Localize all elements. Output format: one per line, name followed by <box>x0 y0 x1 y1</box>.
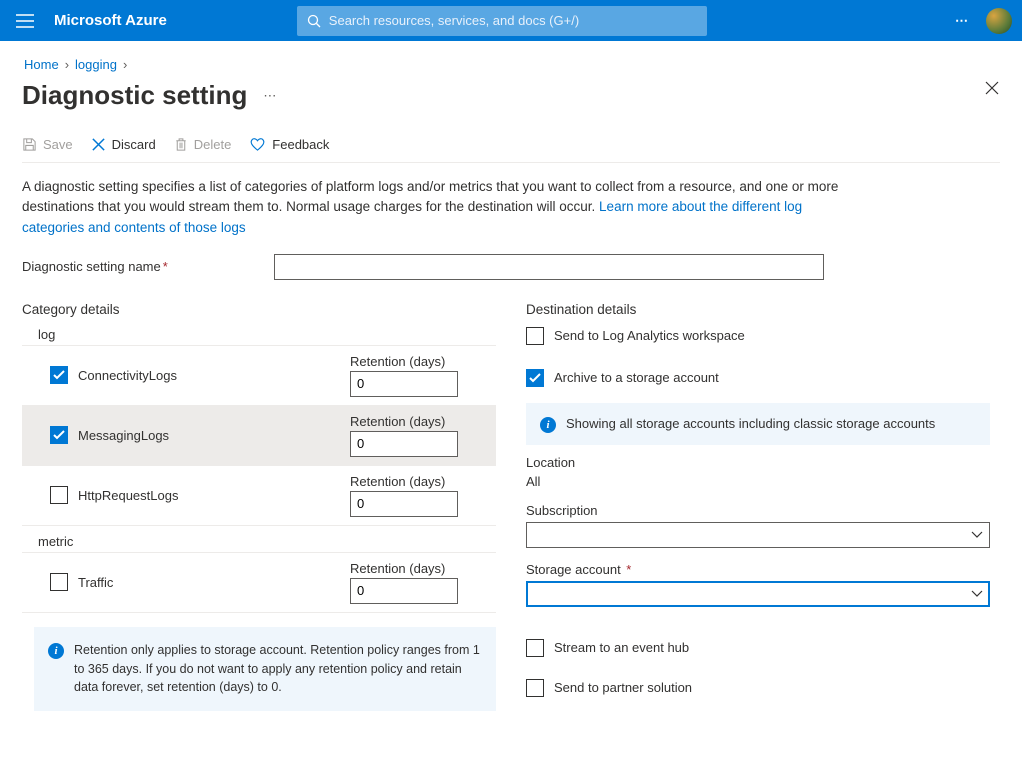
chevron-right-icon: › <box>123 57 127 72</box>
retention-input[interactable] <box>350 371 458 397</box>
metric-header: metric <box>38 534 492 549</box>
destination-details-section: Destination details Send to Log Analytic… <box>526 302 1000 711</box>
location-value: All <box>526 474 1000 489</box>
more-icon[interactable]: ⋯ <box>955 13 970 29</box>
log-label: MessagingLogs <box>78 428 169 443</box>
log-header: log <box>38 327 492 342</box>
hamburger-menu-icon[interactable] <box>10 8 40 34</box>
breadcrumb-item[interactable]: logging <box>75 57 117 72</box>
delete-button[interactable]: Delete <box>174 137 232 152</box>
search-icon <box>307 14 321 28</box>
delete-icon <box>174 137 188 152</box>
retention-info: i Retention only applies to storage acco… <box>34 627 496 711</box>
chevron-down-icon <box>971 531 983 539</box>
info-icon: i <box>540 417 556 433</box>
setting-name-label: Diagnostic setting name* <box>22 259 274 274</box>
log-analytics-label: Send to Log Analytics workspace <box>554 328 745 343</box>
log-label: HttpRequestLogs <box>78 488 178 503</box>
category-details-section: Category details log ConnectivityLogs Re… <box>22 302 496 711</box>
traffic-checkbox[interactable] <box>50 573 68 591</box>
retention-input[interactable] <box>350 578 458 604</box>
save-button[interactable]: Save <box>22 137 73 152</box>
discard-icon <box>91 137 106 152</box>
setting-name-input[interactable] <box>274 254 824 280</box>
log-label: ConnectivityLogs <box>78 368 177 383</box>
global-search[interactable] <box>297 6 707 36</box>
page-title: Diagnostic setting <box>22 80 247 111</box>
retention-input[interactable] <box>350 491 458 517</box>
metric-row-traffic: Traffic Retention (days) <box>22 552 496 613</box>
storage-label: Storage account * <box>526 562 1000 577</box>
save-icon <box>22 137 37 152</box>
chevron-down-icon <box>971 590 983 598</box>
subscription-label: Subscription <box>526 503 1000 518</box>
httprequest-checkbox[interactable] <box>50 486 68 504</box>
title-more-icon[interactable]: ⋯ <box>263 88 278 104</box>
archive-info: i Showing all storage accounts including… <box>526 403 990 445</box>
archive-checkbox[interactable] <box>526 369 544 387</box>
partner-label: Send to partner solution <box>554 680 692 695</box>
partner-checkbox[interactable] <box>526 679 544 697</box>
category-header: Category details <box>22 302 496 317</box>
log-row-connectivity: ConnectivityLogs Retention (days) <box>22 345 496 406</box>
log-analytics-checkbox[interactable] <box>526 327 544 345</box>
connectivity-checkbox[interactable] <box>50 366 68 384</box>
subscription-select[interactable] <box>526 522 990 548</box>
archive-label: Archive to a storage account <box>554 370 719 385</box>
brand-label: Microsoft Azure <box>54 12 167 29</box>
eventhub-label: Stream to an event hub <box>554 640 689 655</box>
metric-label: Traffic <box>78 575 113 590</box>
log-row-httprequest: HttpRequestLogs Retention (days) <box>22 465 496 526</box>
messaging-checkbox[interactable] <box>50 426 68 444</box>
location-label: Location <box>526 455 1000 470</box>
eventhub-checkbox[interactable] <box>526 639 544 657</box>
global-search-input[interactable] <box>329 13 697 28</box>
chevron-right-icon: › <box>65 57 69 72</box>
log-row-messaging: MessagingLogs Retention (days) <box>22 405 496 466</box>
close-button[interactable] <box>984 80 1000 96</box>
feedback-button[interactable]: Feedback <box>249 137 329 152</box>
storage-account-select[interactable] <box>526 581 990 607</box>
description: A diagnostic setting specifies a list of… <box>22 177 862 238</box>
destination-header: Destination details <box>526 302 1000 317</box>
command-bar: Save Discard Delete Feedback <box>22 137 1000 163</box>
breadcrumb-home[interactable]: Home <box>24 57 59 72</box>
user-avatar[interactable] <box>986 8 1012 34</box>
info-icon: i <box>48 643 64 659</box>
retention-input[interactable] <box>350 431 458 457</box>
heart-icon <box>249 137 266 152</box>
breadcrumb: Home › logging › <box>24 57 998 72</box>
azure-topbar: Microsoft Azure ⋯ <box>0 0 1022 41</box>
discard-button[interactable]: Discard <box>91 137 156 152</box>
